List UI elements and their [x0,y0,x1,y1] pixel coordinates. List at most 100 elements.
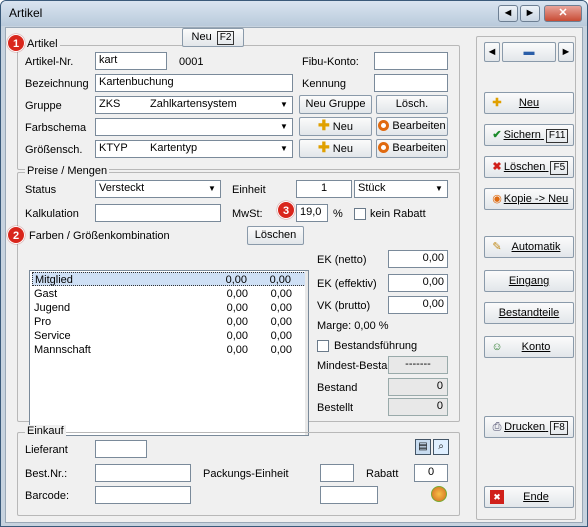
rabatt-input[interactable]: 0 [414,464,448,482]
list-scrollbar[interactable] [305,271,308,435]
farbschema-select[interactable]: ▼ [95,118,293,136]
artikel-nr-input[interactable]: kart [95,52,167,70]
ek-netto-input[interactable]: 0,00 [388,250,448,268]
ek-effektiv-input[interactable]: 0,00 [388,274,448,292]
bestnr-input[interactable] [95,464,191,482]
chevron-down-icon[interactable]: ▼ [276,141,292,157]
farben-list[interactable]: Mitglied 0,00 0,00 Gast 0,00 0,00 Jugend 0,00… [29,270,309,436]
sichern-button[interactable]: ✔ Sichern F11 [484,124,574,146]
barcode-input[interactable] [95,486,191,504]
status-select[interactable]: Versteckt ▼ [95,180,221,198]
list-item[interactable]: Mannschaft 0,00 0,00 [32,343,306,357]
nav-forward-icon[interactable]: ► [520,5,540,22]
packungs-einheit-input[interactable] [320,464,354,482]
artikel-nr-number: 0001 [179,56,204,68]
list-item[interactable]: Jugend 0,00 0,00 [32,301,306,315]
einheit-value: Stück [358,182,386,194]
vk-brutto-input[interactable]: 0,00 [388,296,448,314]
artikel-group-title: Artikel [25,38,60,50]
groessensch-neu-button[interactable]: ✚ Neu [299,139,372,158]
bestandsfuehrung-checkbox[interactable] [317,340,329,352]
nav-next-icon[interactable]: ► [558,42,574,62]
artikel-window: Artikel ◄ ► ✕ Artikel Artikel-Nr. kart 0… [0,0,588,527]
einkauf-group-title: Einkauf [25,425,66,437]
kopie-neu-button[interactable]: ◉ Kopie -> Neu [484,188,574,210]
mwst-label: MwSt: [232,208,263,220]
gruppe-code: ZKS [99,98,121,110]
row-value-a: 0,00 [226,288,248,300]
farben-neu-button[interactable]: Neu F2 [182,28,244,47]
automatik-label: Automatik [511,241,561,253]
bestandteile-button[interactable]: Bestandteile [484,302,574,324]
kein-rabatt-label: kein Rabatt [370,208,426,220]
groessensch-bearbeiten-button[interactable]: Bearbeiten [376,139,448,158]
loeschen-label: Löschen [503,161,546,173]
kalkulation-input[interactable] [95,204,221,222]
bestand-value: 0 [388,378,448,396]
record-list-icon[interactable]: ▬ [502,42,556,62]
window-title: Artikel [9,6,43,20]
row-value-b: 0,00 [269,274,291,286]
chevron-down-icon[interactable]: ▼ [431,181,447,197]
bestandsfuehrung-label: Bestandsführung [334,340,418,352]
plus-icon: ✚ [318,139,330,155]
chevron-down-icon[interactable]: ▼ [276,119,292,135]
marge-text: Marge: 0,00 % [317,320,389,332]
farben-loeschen-button[interactable]: Löschen [247,226,304,245]
drucken-button[interactable]: ⎙ Drucken F8 [484,416,574,438]
list-item[interactable]: Gast 0,00 0,00 [32,287,306,301]
plus-icon: ✚ [318,117,330,133]
fibu-konto-input[interactable] [374,52,448,70]
row-value-a: 0,00 [226,302,248,314]
refresh-icon[interactable] [431,486,447,502]
automatik-button[interactable]: ✎ Automatik [484,236,574,258]
konto-label: Konto [521,341,551,353]
title-bar: Artikel ◄ ► ✕ [1,1,587,26]
konto-button[interactable]: ☺ Konto [484,336,574,358]
kein-rabatt-checkbox[interactable] [354,208,366,220]
farbschema-neu-label: Neu [332,121,353,133]
mwst-input[interactable]: 19,0 [296,204,328,222]
gruppe-select[interactable]: ZKS Zahlkartensystem ▼ [95,96,293,114]
mindest-bestand-value: ------- [388,356,448,374]
bezeichnung-input[interactable]: Kartenbuchung [95,74,293,92]
ende-button[interactable]: ✖ Ende [484,486,574,508]
neu-gruppe-button[interactable]: Neu Gruppe [299,95,372,114]
row-value-b: 0,00 [270,302,292,314]
close-window-button[interactable]: ✕ [544,5,582,22]
chevron-down-icon[interactable]: ▼ [204,181,220,197]
groessensch-label: Größensch. [25,144,83,156]
search-icon[interactable]: ⌕ [433,439,449,455]
eingang-button[interactable]: Eingang [484,270,574,292]
einheit-qty-input[interactable]: 1 [296,180,352,198]
chevron-down-icon[interactable]: ▼ [276,97,292,113]
loesch-button[interactable]: Lösch. [376,95,448,114]
farbschema-neu-button[interactable]: ✚ Neu [299,117,372,136]
vk-brutto-label: VK (brutto) [317,300,371,312]
einheit-select[interactable]: Stück ▼ [354,180,448,198]
barcode-input-2[interactable] [320,486,378,504]
row-name: Service [34,330,71,342]
drucken-shortcut: F8 [550,421,568,435]
list-item[interactable]: Mitglied 0,00 0,00 [32,272,306,286]
database-icon[interactable]: ▤ [415,439,431,455]
lieferant-input[interactable] [95,440,147,458]
nav-prev-icon[interactable]: ◄ [484,42,500,62]
gruppe-label: Gruppe [25,100,62,112]
drucken-button-text: Drucken F8 [499,417,573,437]
loeschen-button[interactable]: ✖ Löschen F5 [484,156,574,178]
callout-badge-1: 1 [7,34,25,52]
ende-label: Ende [523,491,549,503]
list-item[interactable]: Service 0,00 0,00 [32,329,306,343]
list-item[interactable]: Pro 0,00 0,00 [32,315,306,329]
neu-button[interactable]: ✚ Neu [484,92,574,114]
farbschema-label: Farbschema [25,122,87,134]
farbschema-bearbeiten-button[interactable]: Bearbeiten [376,117,448,136]
nav-back-icon[interactable]: ◄ [498,5,518,22]
kennung-input[interactable] [374,74,448,92]
farben-neu-label: Neu [191,31,212,43]
rabatt-label: Rabatt [366,468,399,480]
edit-ring-icon [378,120,390,131]
artikel-nr-label: Artikel-Nr. [25,56,74,68]
groessensch-select[interactable]: KTYP Kartentyp ▼ [95,140,293,158]
